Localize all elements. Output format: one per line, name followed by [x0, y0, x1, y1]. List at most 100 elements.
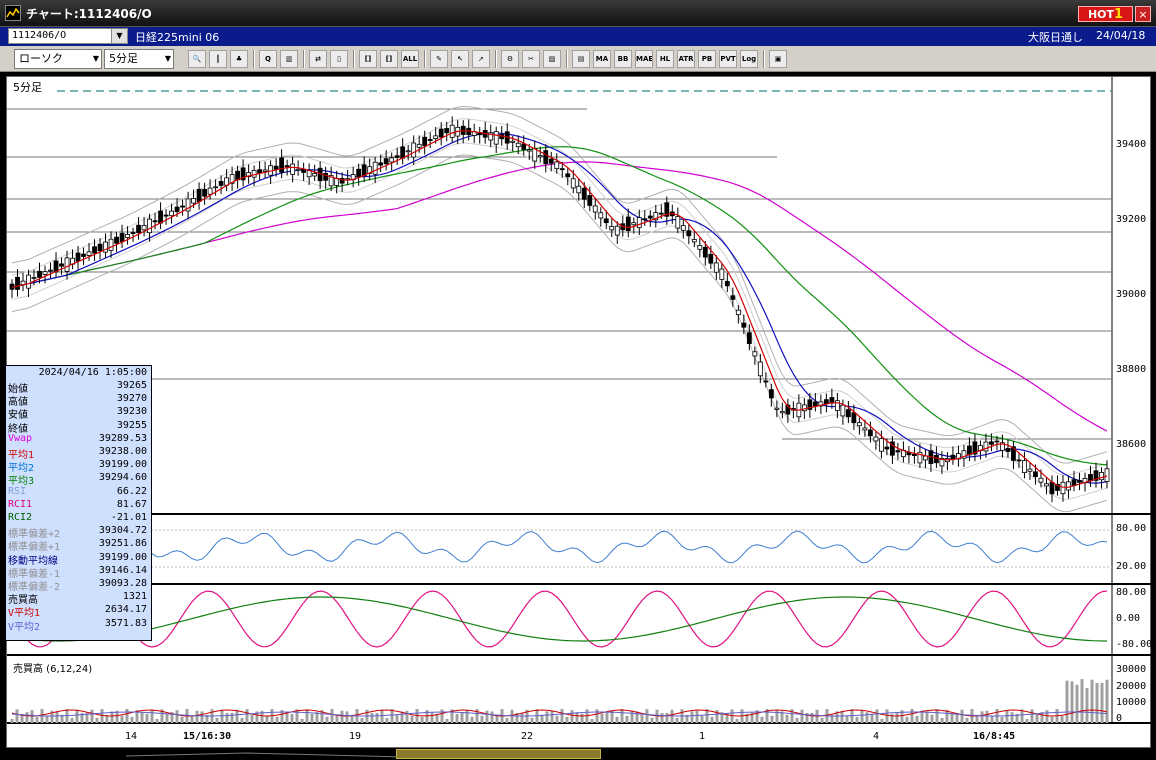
time-scrollbar[interactable]	[6, 748, 1151, 760]
palette-button[interactable]: ▨	[543, 50, 561, 68]
candle-body	[174, 206, 180, 213]
volume-bar	[420, 716, 424, 723]
ma-button[interactable]: MA	[593, 50, 611, 68]
volume-bar	[690, 711, 694, 723]
log-button[interactable]: Log	[740, 50, 758, 68]
period-label: 5分足	[13, 81, 42, 94]
volume-bar	[240, 717, 244, 723]
candle-body	[279, 157, 285, 173]
chart-type-select[interactable]: ローソク ▼	[14, 49, 102, 69]
layout-button[interactable]: ▣	[769, 50, 787, 68]
volume-bar	[1070, 681, 1074, 723]
search-button[interactable]: Q	[259, 50, 277, 68]
candle-body	[983, 441, 989, 452]
close-button[interactable]: ×	[1135, 6, 1151, 22]
volume-bar	[410, 715, 414, 723]
volume-bar	[285, 712, 289, 723]
chart-add-button[interactable]: ▥	[280, 50, 298, 68]
symbol-dropdown-button[interactable]: ▼	[111, 28, 128, 44]
tool-button[interactable]: ✂	[522, 50, 540, 68]
volume-bar	[940, 717, 944, 723]
atr-button[interactable]: ATR	[677, 50, 695, 68]
volume-bar	[300, 718, 304, 723]
hl-button[interactable]: HL	[656, 50, 674, 68]
candle-body	[878, 438, 884, 452]
volume-bar	[130, 716, 134, 723]
volume-bar	[95, 717, 99, 723]
candle-body	[543, 150, 549, 165]
volume-bar	[785, 714, 789, 723]
mae-button[interactable]: MAE	[635, 50, 653, 68]
candle2-button[interactable]: []	[380, 50, 398, 68]
x-axis-tick-label: 14	[125, 731, 138, 742]
candle-body	[290, 163, 296, 175]
gear-button[interactable]: ⚙	[501, 50, 519, 68]
info-row: 標準偏差+2 39304.72	[6, 525, 151, 540]
volume-bar	[445, 718, 449, 723]
zoom-button[interactable]: 🔍	[188, 50, 206, 68]
chart-canvas[interactable]	[7, 77, 1152, 749]
candle-body	[950, 454, 956, 460]
candle-body	[207, 187, 213, 195]
info-value: 1321	[122, 591, 147, 603]
print-button[interactable]: ♣	[230, 50, 248, 68]
info-row: V平均1 2634.17	[6, 604, 151, 619]
info-row: 始値 39265	[6, 380, 151, 395]
arrow-button[interactable]: ➚	[472, 50, 490, 68]
candle-body	[493, 131, 499, 145]
volume-bar	[25, 712, 29, 723]
volume-bar	[45, 715, 49, 723]
candle-body	[37, 270, 42, 278]
candle-body	[158, 210, 163, 224]
interval-select[interactable]: 5分足 ▼	[104, 49, 174, 69]
all-button[interactable]: ALL	[401, 50, 419, 68]
volume-bar	[1090, 679, 1094, 723]
volume-bar	[250, 714, 254, 723]
inactive-button[interactable]: ▯	[330, 50, 348, 68]
volume-bar	[845, 715, 849, 723]
candle-body	[581, 187, 587, 200]
volume-bar	[875, 709, 879, 723]
info-value: 39265	[116, 380, 147, 391]
info-row: 売買高 1321	[6, 591, 151, 606]
volume-bar	[965, 717, 969, 723]
volume-bar	[645, 709, 649, 723]
pvt-button[interactable]: PVT	[719, 50, 737, 68]
candle-button[interactable]: []	[359, 50, 377, 68]
volume-bar	[630, 710, 634, 723]
volume-bar	[795, 717, 799, 723]
candle-body	[923, 455, 928, 461]
volume-bar	[405, 710, 409, 723]
volume-bar	[200, 711, 204, 723]
volume-bar	[625, 715, 629, 723]
volume-bar	[230, 712, 234, 723]
pbsa-button[interactable]: PB	[698, 50, 716, 68]
candle-body	[851, 412, 857, 424]
chart-area[interactable]: 5分足 売買高 (6,12,24) 39400 39200 39000 38800 38…	[5, 76, 1152, 749]
volume-bar	[565, 716, 569, 723]
volume-bar	[870, 713, 874, 723]
hot-button[interactable]: HOT1	[1078, 6, 1133, 22]
volume-bar	[540, 714, 544, 723]
info-value: 39230	[116, 406, 147, 418]
volume-bar	[560, 709, 564, 723]
candle-body	[675, 216, 681, 229]
volume-bar	[220, 709, 224, 723]
candle-body	[873, 436, 879, 442]
scroll-thumb[interactable]	[396, 749, 601, 759]
info-value: 39093.28	[98, 578, 147, 589]
candle-body	[768, 389, 774, 399]
info-row: Vwap 39289.53	[6, 433, 151, 446]
cursor-button[interactable]: ┃	[209, 50, 227, 68]
volume-panel-label: 売買高 (6,12,24)	[13, 664, 93, 675]
volume-bar	[1065, 680, 1069, 723]
pen-button[interactable]: ✎	[430, 50, 448, 68]
indicator-button[interactable]: ▤	[572, 50, 590, 68]
symbol-input[interactable]: 1112406/O	[8, 28, 118, 44]
swap-button[interactable]: ⇄	[309, 50, 327, 68]
bb-button[interactable]: BB	[614, 50, 632, 68]
candle-body	[702, 246, 708, 258]
volume-bar	[605, 712, 609, 723]
volume-bar	[665, 712, 669, 723]
pointer-button[interactable]: ↖	[451, 50, 469, 68]
